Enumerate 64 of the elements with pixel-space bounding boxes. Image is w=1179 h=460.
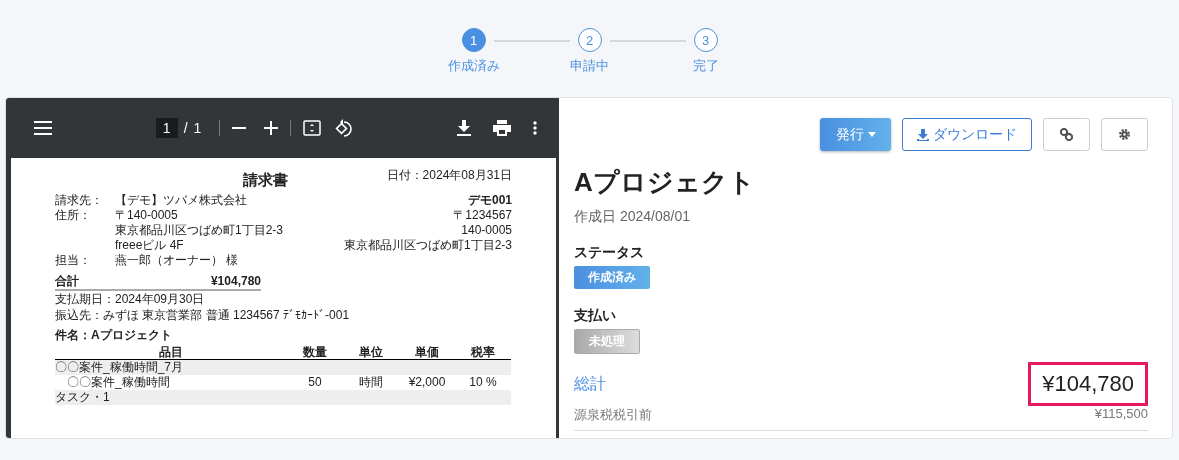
step-label: 完了 [692, 57, 719, 75]
field-value: 【デモ】ツバメ株式会社 [115, 193, 247, 208]
field-label: ステータス [574, 244, 645, 262]
issue-button[interactable]: 発行 [820, 118, 891, 151]
zoom-in-icon[interactable] [264, 121, 279, 135]
table-cell-text: タスク・1 [55, 390, 111, 405]
column-header: 税率 [470, 345, 496, 359]
field-label: 支払い [574, 307, 617, 325]
issuer-address: 140-0005 [460, 223, 512, 238]
download-icon[interactable] [457, 120, 471, 136]
payment-note: 振込先：みずほ 東京営業部 普通 1234567 ﾃﾞﾓｶｰﾄﾞ-001 [55, 308, 351, 323]
field-label: 請求先： [55, 193, 104, 208]
table-cell-text: 時間 [358, 375, 384, 390]
table-cell-text: 50 [307, 375, 323, 390]
field-value: freeeビル 4F [115, 238, 185, 253]
table-cell-text: 〇〇案件_稼働時間 [66, 375, 171, 390]
issuer-name: デモ001 [466, 193, 512, 208]
created-date: 作成日 2024/08/01 [574, 208, 691, 226]
field-value: 東京都品川区つばめ町1丁目2-3 [115, 223, 284, 238]
link-button[interactable] [1043, 118, 1090, 151]
settings-button[interactable] [1101, 118, 1148, 151]
step-number: 1 [461, 28, 486, 52]
pre-tax-label: 源泉税税引前 [574, 406, 652, 424]
page-separator: / [183, 120, 188, 136]
table-cell-text: 〇〇案件_稼働時間_7月 [55, 360, 185, 375]
field-value: 燕一郎（オーナー） 様 [115, 253, 239, 268]
field-value: 〒140-0005 [115, 208, 179, 223]
more-icon[interactable] [533, 121, 537, 135]
field-label: 担当： [55, 253, 92, 268]
column-header: 品目 [158, 345, 184, 359]
total-amount: ¥104,780 [210, 274, 261, 289]
link-icon [1060, 128, 1073, 141]
table-cell-text: ¥2,000 [407, 375, 447, 390]
project-title: Aプロジェクト [574, 166, 756, 199]
total-label: 合計 [55, 274, 79, 289]
step-label: 申請中 [570, 57, 609, 75]
step-number: 2 [577, 28, 602, 52]
document-date: 日付：2024年08月31日 [386, 168, 512, 183]
issuer-address: 東京都品川区つばめ町1丁目2-3 [343, 238, 512, 253]
pre-tax-amount: ¥115,500 [1094, 406, 1148, 423]
fit-page-icon[interactable] [303, 120, 322, 136]
download-icon [917, 128, 929, 141]
total-label: 総計 [574, 373, 606, 394]
total-amount: ¥104,780 [1028, 362, 1148, 406]
step-label: 作成済み [447, 57, 500, 75]
document-title: 請求書 [242, 172, 290, 187]
page-number-field[interactable]: 1 [155, 118, 178, 138]
page-total: 1 [193, 120, 202, 136]
step-number: 3 [693, 28, 718, 52]
column-header: 単位 [358, 345, 384, 359]
rotate-icon[interactable] [335, 119, 354, 137]
subject-line: 件名：Aプロジェクト [55, 328, 173, 343]
settings-icon [1118, 128, 1131, 141]
download-button[interactable]: ダウンロード [902, 118, 1032, 151]
column-header: 数量 [302, 345, 328, 359]
column-header: 単価 [414, 345, 440, 359]
menu-icon[interactable] [34, 121, 52, 135]
caret-icon [867, 132, 876, 137]
issuer-address: 〒1234567 [452, 208, 512, 223]
status-badge: 作成済み [574, 266, 650, 289]
table-cell-text: 10 % [468, 375, 498, 390]
field-label: 住所： [55, 208, 92, 224]
print-icon[interactable] [493, 120, 511, 136]
payment-note: 支払期日：2024年09月30日 [55, 292, 206, 307]
